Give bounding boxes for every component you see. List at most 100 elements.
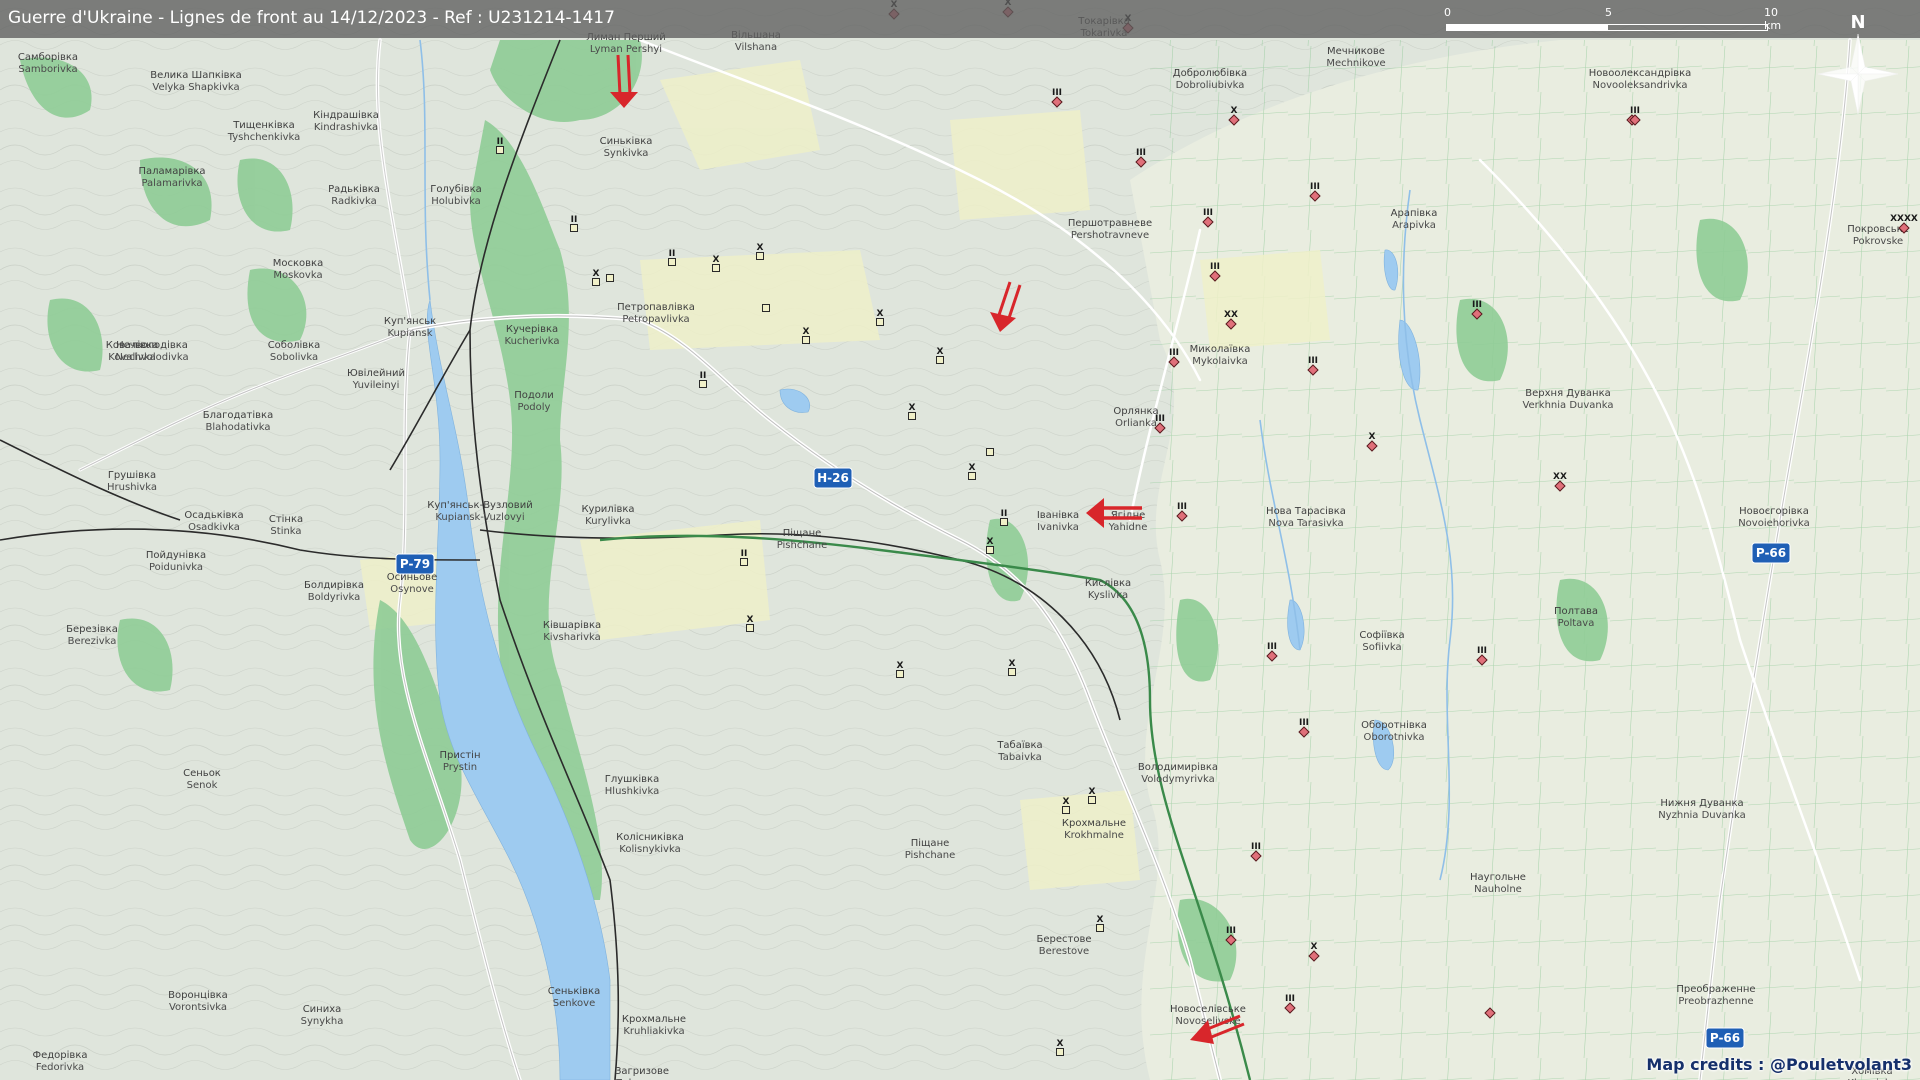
- ukrainian-unit-marker[interactable]: X: [936, 347, 944, 364]
- place-label: ПреображеннеPreobrazhenne: [1676, 984, 1755, 1007]
- place-name-latin: Kruhliakivka: [623, 1026, 684, 1037]
- russian-unit-marker[interactable]: III: [1476, 646, 1488, 666]
- place-name-latin: Osadkivka: [188, 522, 240, 533]
- ukrainian-unit-marker[interactable]: X: [1062, 797, 1070, 814]
- russian-unit-marker[interactable]: III: [1051, 88, 1063, 108]
- map-canvas[interactable]: H-26 P-79 P-66 P-66 СамборівкаSamborivka…: [0, 0, 1920, 1080]
- road-shield-p79: P-79: [395, 553, 435, 575]
- scale-segment-filled: [1446, 24, 1607, 31]
- ukrainian-unit-marker[interactable]: X: [968, 463, 976, 480]
- place-name-latin: Poltava: [1558, 618, 1595, 629]
- ukrainian-unit-marker[interactable]: [606, 274, 614, 282]
- russian-unit-marker[interactable]: III: [1168, 348, 1180, 368]
- unit-echelon-label: III: [1472, 300, 1482, 310]
- ukrainian-unit-marker[interactable]: X: [908, 403, 916, 420]
- ukrainian-unit-marker[interactable]: II: [570, 215, 578, 232]
- unit-echelon-label: III: [1052, 88, 1062, 98]
- unit-echelon-label: X: [1009, 659, 1016, 669]
- ukrainian-unit-marker[interactable]: X: [986, 537, 994, 554]
- place-name-latin: Holubivka: [431, 196, 481, 207]
- ukrainian-unit-marker[interactable]: X: [1056, 1039, 1064, 1056]
- ukrainian-unit-marker[interactable]: II: [496, 137, 504, 154]
- ukrainian-unit-marker[interactable]: X: [592, 269, 600, 286]
- place-name-latin: Prystin: [443, 762, 477, 773]
- place-name-latin: Senkove: [553, 998, 595, 1009]
- road-label-p66-east: P-66: [1756, 546, 1786, 560]
- ukrainian-unit-marker[interactable]: II: [1000, 509, 1008, 526]
- place-name-uk: Крохмальне: [1062, 818, 1126, 829]
- place-name-uk: Миколаївка: [1190, 344, 1251, 355]
- place-label: КрохмальнеKrokhmalne: [1062, 818, 1126, 841]
- russian-unit-marker[interactable]: III: [1309, 182, 1321, 202]
- russian-unit-marker[interactable]: III: [1176, 502, 1188, 522]
- russian-unit-marker[interactable]: III: [1284, 994, 1296, 1014]
- place-name-uk: Іванівка: [1037, 509, 1079, 521]
- russian-unit-marker[interactable]: III: [1307, 356, 1319, 376]
- unit-echelon-label: II: [571, 215, 578, 225]
- place-name-uk: Піщане: [911, 837, 950, 849]
- place-name-uk: Табаївка: [996, 740, 1042, 751]
- ukrainian-unit-marker[interactable]: X: [1088, 787, 1096, 804]
- place-name-latin: Petropavlivka: [622, 314, 689, 325]
- place-name-latin: Kyslivka: [1088, 590, 1128, 601]
- ukrainian-unit-marker[interactable]: II: [668, 249, 676, 266]
- russian-unit-marker[interactable]: III: [1629, 106, 1641, 126]
- place-name-uk: Глушківка: [605, 773, 659, 785]
- ukrainian-unit-marker[interactable]: X: [802, 327, 810, 344]
- ukrainian-unit-marker[interactable]: X: [746, 615, 754, 632]
- unit-echelon-label: X: [1089, 787, 1096, 797]
- scale-segment-empty: [1607, 24, 1768, 31]
- scale-tick-0: 0: [1444, 6, 1451, 19]
- russian-unit-marker[interactable]: III: [1250, 842, 1262, 862]
- ukrainian-unit-marker[interactable]: X: [1008, 659, 1016, 676]
- unit-echelon-label: X: [1231, 106, 1238, 116]
- place-name-uk: Берестове: [1037, 934, 1092, 945]
- road-shield-p66-south: P-66: [1705, 1027, 1745, 1049]
- place-name-latin: Novooleksandrivka: [1592, 80, 1687, 91]
- road-shield-h26: H-26: [813, 467, 853, 489]
- ukrainian-unit-marker[interactable]: II: [699, 371, 707, 388]
- russian-unit-marker[interactable]: III: [1298, 718, 1310, 738]
- russian-unit-marker[interactable]: III: [1209, 262, 1221, 282]
- place-name-latin: Synykha: [301, 1016, 344, 1027]
- place-name-uk: Арапівка: [1391, 207, 1438, 219]
- place-name-uk: Березівка: [66, 623, 118, 635]
- unit-echelon-label: X: [937, 347, 944, 357]
- place-name-uk: Болдирівка: [304, 579, 364, 591]
- place-name-latin: Orlianka: [1115, 418, 1157, 429]
- place-label: НаугольнеNauholne: [1470, 872, 1526, 895]
- ukrainian-unit-marker[interactable]: X: [712, 255, 720, 272]
- place-name-latin: Sofiivka: [1362, 642, 1401, 653]
- russian-unit-marker[interactable]: III: [1225, 926, 1237, 946]
- place-label: ЗагризовеZahryzove: [615, 1066, 669, 1080]
- ukrainian-unit-marker[interactable]: X: [876, 309, 884, 326]
- place-label: ПодолиPodoly: [514, 390, 554, 413]
- russian-unit-marker[interactable]: III: [1154, 414, 1166, 434]
- unit-echelon-label: III: [1177, 502, 1187, 512]
- place-name-uk: Новоолександрівка: [1589, 67, 1692, 79]
- place-name-uk: Кучерівка: [506, 323, 558, 335]
- place-name-uk: Радьківка: [328, 183, 380, 195]
- place-name-latin: Vorontsivka: [169, 1002, 227, 1013]
- ukrainian-unit-marker[interactable]: X: [1096, 915, 1104, 932]
- place-name-uk: Пойдунівка: [146, 549, 206, 561]
- ukrainian-unit-marker[interactable]: II: [740, 549, 748, 566]
- ukrainian-unit-marker[interactable]: X: [756, 243, 764, 260]
- place-name-latin: Kivsharivka: [543, 632, 600, 643]
- russian-unit-marker[interactable]: III: [1266, 642, 1278, 662]
- place-name-uk: Мечникове: [1327, 46, 1385, 57]
- ukrainian-unit-marker[interactable]: [986, 448, 994, 456]
- unit-echelon-label: X: [1369, 432, 1376, 442]
- ukrainian-unit-marker[interactable]: [762, 304, 770, 312]
- place-name-latin: Boldyrivka: [308, 592, 361, 603]
- place-name-latin: Hlushkivka: [605, 786, 659, 797]
- ukrainian-unit-marker[interactable]: X: [896, 661, 904, 678]
- russian-unit-marker[interactable]: III: [1202, 208, 1214, 228]
- russian-unit-marker[interactable]: III: [1135, 148, 1147, 168]
- unit-echelon-label: III: [1169, 348, 1179, 358]
- unit-echelon-label: III: [1308, 356, 1318, 366]
- eastern-farmland-fields: [1150, 40, 1920, 1080]
- russian-unit-marker[interactable]: III: [1471, 300, 1483, 320]
- place-name-latin: Poidunivka: [149, 562, 203, 573]
- place-label: Куп'янськKupiansk: [384, 316, 436, 339]
